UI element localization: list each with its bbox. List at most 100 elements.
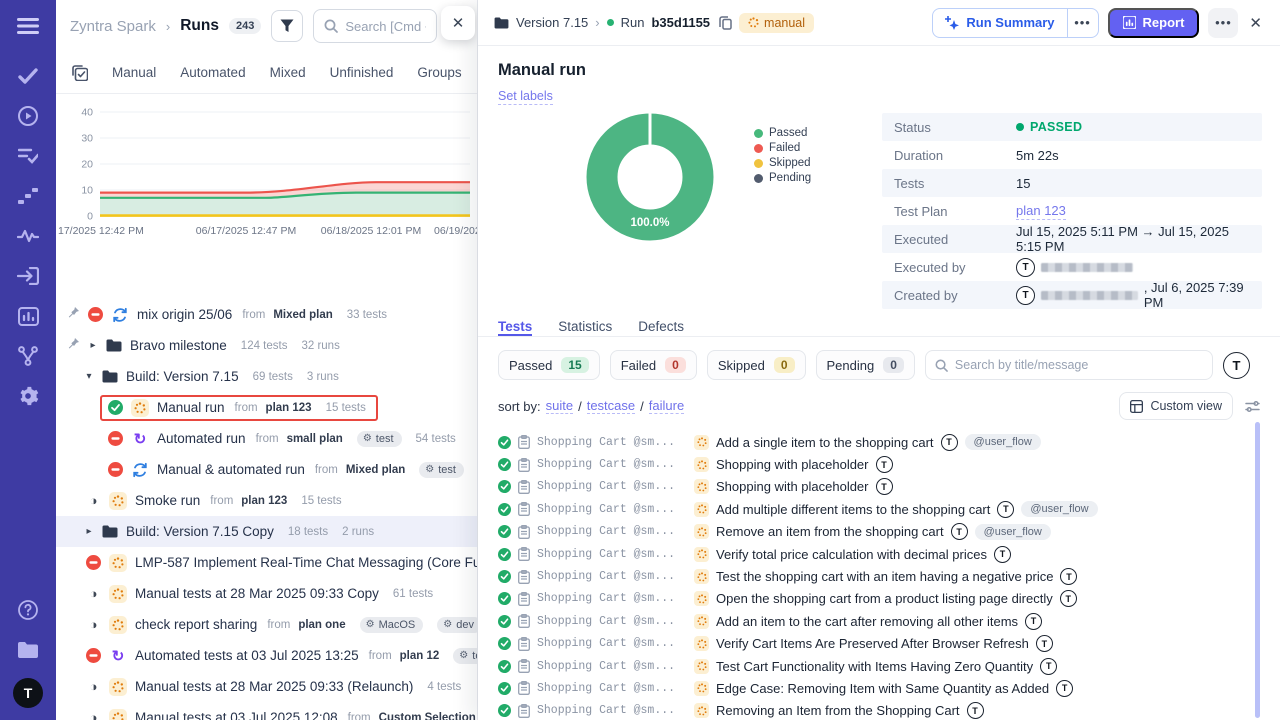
run-group-build-715-copy[interactable]: ▸ Build: Version 7.15 Copy 18 tests 2 ru… [56,516,477,547]
tests-search-input[interactable] [955,358,1203,372]
panel-close-button[interactable]: ✕ [441,6,475,40]
crumb-folder-name[interactable]: Version 7.15 [516,15,588,30]
pulse-icon[interactable] [16,224,40,248]
test-title[interactable]: Test Cart Functionality with Items Havin… [716,659,1033,674]
user-avatar[interactable]: T [13,678,43,708]
tab-statistics[interactable]: Statistics [558,319,612,336]
test-title[interactable]: Remove an item from the shopping cart [716,524,944,539]
runs-search[interactable] [313,9,437,43]
custom-view-button[interactable]: Custom view [1119,392,1233,420]
run-row-automated-run[interactable]: ↻ Automated run from small plan ⚙test 54… [56,423,477,454]
test-title[interactable]: Verify total price calculation with deci… [716,547,987,562]
menu-icon[interactable] [16,14,40,38]
steps-icon[interactable] [16,184,40,208]
filter-chip-failed[interactable]: Failed0 [610,350,697,380]
filter-chip-passed[interactable]: Passed15 [498,350,600,380]
filter-chip-pending[interactable]: Pending0 [816,350,915,380]
run-row-check-report-sharing[interactable]: ◑ check report sharing from plan one ⚙Ma… [56,609,477,640]
test-title[interactable]: Verify Cart Items Are Preserved After Br… [716,636,1029,651]
copy-icon[interactable] [719,16,732,30]
bar-chart-icon[interactable] [16,304,40,328]
run-row-manual-automated[interactable]: Manual & automated run from Mixed plan ⚙… [56,454,477,485]
folder-icon[interactable] [16,638,40,662]
run-summary-button[interactable]: Run Summary [933,9,1066,37]
test-title[interactable]: Shopping with placeholder [716,457,869,472]
test-row[interactable]: Shopping Cart @sm... Add a single item t… [498,431,1260,453]
test-row[interactable]: Shopping Cart @sm... Test Cart Functiona… [498,655,1260,677]
test-title[interactable]: Edge Case: Removing Item with Same Quant… [716,681,1049,696]
tab-unfinished[interactable]: Unfinished [330,65,394,80]
run-plan[interactable]: small plan [287,433,343,445]
sliders-icon[interactable] [1245,400,1260,413]
test-row[interactable]: Shopping Cart @sm... Add an item to the … [498,610,1260,632]
run-row-mix-origin[interactable]: mix origin 25/06 from Mixed plan 33 test… [56,299,477,330]
tab-defects[interactable]: Defects [638,319,684,336]
tab-automated[interactable]: Automated [180,65,245,80]
test-row[interactable]: Shopping Cart @sm... Open the shopping c… [498,588,1260,610]
runs-search-input[interactable] [345,19,426,34]
test-row[interactable]: Shopping Cart @sm... Verify Cart Items A… [498,633,1260,655]
run-row-lmp-587[interactable]: LMP-587 Implement Real-Time Chat Messagi… [56,547,477,578]
run-plan[interactable]: Mixed plan [273,309,332,321]
gear-icon[interactable] [16,384,40,408]
sort-testcase-link[interactable]: testcase [587,398,635,414]
test-title[interactable]: Add an item to the cart after removing a… [716,614,1018,629]
chevron-down-icon[interactable]: ▾ [84,371,94,382]
list-check-icon[interactable] [16,144,40,168]
test-title[interactable]: Open the shopping cart from a product li… [716,591,1053,606]
run-plan[interactable]: plan one [298,619,345,631]
breadcrumb-project[interactable]: Zyntra Spark [70,18,156,35]
set-labels-link[interactable]: Set labels [498,89,553,105]
sort-failure-link[interactable]: failure [649,398,684,414]
sort-suite-link[interactable]: suite [546,398,573,414]
run-row-manual-tests-custom[interactable]: ◑ Manual tests at 03 Jul 2025 12:08 from… [56,702,477,720]
check-icon[interactable] [16,64,40,88]
help-icon[interactable] [16,598,40,622]
filter-button[interactable] [271,10,303,42]
detail-close-button[interactable]: ✕ [1247,14,1264,32]
run-plan[interactable]: plan 123 [266,402,312,414]
test-row[interactable]: Shopping Cart @sm... Shopping with place… [498,476,1260,498]
run-plan[interactable]: Custom Selection [379,712,476,720]
select-all-icon[interactable] [72,65,88,81]
sign-in-icon[interactable] [16,264,40,288]
assignee-filter-avatar[interactable]: T [1223,352,1250,379]
report-button[interactable]: Report [1108,8,1200,38]
more-options-button[interactable]: ••• [1208,8,1238,38]
test-row[interactable]: Shopping Cart @sm... Edge Case: Removing… [498,677,1260,699]
run-group-bravo[interactable]: ▸ Bravo milestone 124 tests 32 runs [56,330,477,361]
test-title[interactable]: Shopping with placeholder [716,479,869,494]
tab-groups[interactable]: Groups [417,65,461,80]
test-title[interactable]: Removing an Item from the Shopping Cart [716,703,960,718]
test-row[interactable]: Shopping Cart @sm... Test the shopping c… [498,565,1260,587]
run-plan[interactable]: Mixed plan [346,464,405,476]
run-plan[interactable]: plan 123 [241,495,287,507]
chevron-right-icon[interactable]: ▸ [88,340,98,351]
run-row-manual-run-selected[interactable]: Manual run from plan 123 15 tests [56,392,477,423]
test-plan-link[interactable]: plan 123 [1016,203,1066,220]
test-row[interactable]: Shopping Cart @sm... Verify total price … [498,543,1260,565]
run-plan[interactable]: plan 12 [400,650,440,662]
test-title[interactable]: Test the shopping cart with an item havi… [716,569,1053,584]
run-summary-more-button[interactable]: ••• [1068,9,1098,37]
run-row-automated-tests[interactable]: ↻ Automated tests at 03 Jul 2025 13:25 f… [56,640,477,671]
run-row-smoke-run[interactable]: ◑ Smoke run from plan 123 15 tests [56,485,477,516]
test-row[interactable]: Shopping Cart @sm... Removing an Item fr… [498,700,1260,720]
tab-mixed[interactable]: Mixed [270,65,306,80]
chevron-right-icon[interactable]: ▸ [84,526,94,537]
run-group-build-715[interactable]: ▾ Build: Version 7.15 69 tests 3 runs [56,361,477,392]
tests-search[interactable] [925,350,1213,380]
filter-chip-skipped[interactable]: Skipped0 [707,350,806,380]
play-circle-icon[interactable] [16,104,40,128]
test-row[interactable]: Shopping Cart @sm... Shopping with place… [498,453,1260,475]
test-title[interactable]: Add multiple different items to the shop… [716,502,990,517]
tab-tests[interactable]: Tests [498,319,532,336]
test-row[interactable]: Shopping Cart @sm... Remove an item from… [498,521,1260,543]
tests-scrollbar[interactable] [1255,422,1260,718]
tab-manual[interactable]: Manual [112,65,156,80]
run-row-manual-tests-relaunch[interactable]: ◑ Manual tests at 28 Mar 2025 09:33 (Rel… [56,671,477,702]
test-title[interactable]: Add a single item to the shopping cart [716,435,934,450]
branch-icon[interactable] [16,344,40,368]
run-row-manual-tests-copy[interactable]: ◑ Manual tests at 28 Mar 2025 09:33 Copy… [56,578,477,609]
test-row[interactable]: Shopping Cart @sm... Add multiple differ… [498,498,1260,520]
